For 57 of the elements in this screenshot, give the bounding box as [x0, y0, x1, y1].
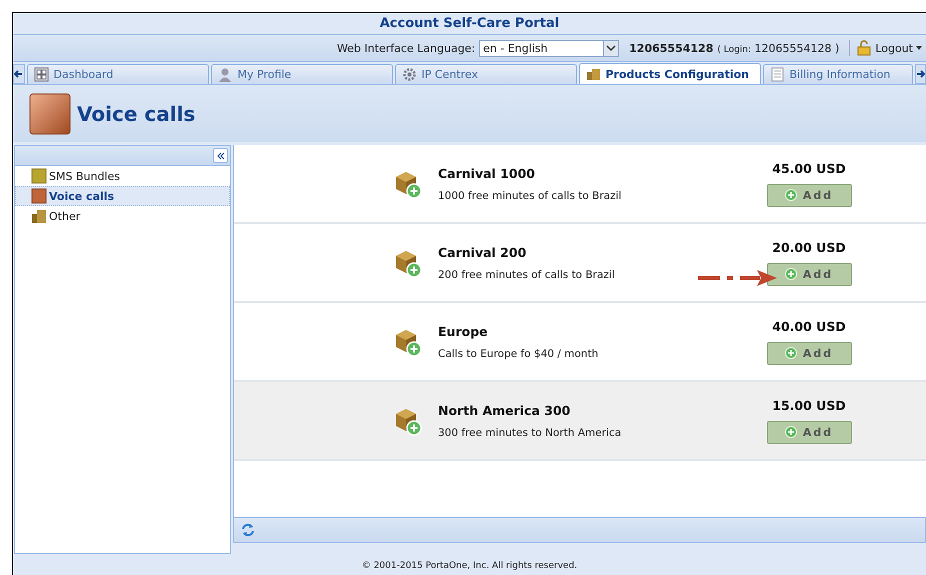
portal-title: Account Self-Care Portal [380, 16, 560, 31]
sidebar-item[interactable]: SMS Bundles [15, 166, 230, 186]
voice-calls-icon [29, 92, 71, 134]
square-icon [31, 188, 47, 204]
tab[interactable]: Billing Information [762, 64, 912, 84]
sidebar-item[interactable]: Other [15, 206, 230, 226]
plus-icon [784, 426, 797, 438]
tab[interactable]: IP Centrex [394, 64, 576, 84]
add-button[interactable]: Add [766, 342, 852, 364]
refresh-button[interactable] [240, 522, 256, 538]
language-label: Web Interface Language: [336, 42, 476, 54]
boxes-icon [31, 208, 47, 224]
arrow-right-icon [916, 69, 925, 79]
lock-icon [856, 40, 872, 56]
product-price: 40.00 USD [772, 318, 846, 334]
square-icon [31, 168, 47, 184]
tab[interactable]: Dashboard [26, 64, 208, 84]
person-icon [218, 67, 232, 82]
caret-icon [916, 46, 922, 50]
product-name: North America 300 [438, 402, 572, 418]
login-value: 12065554128 ) [754, 42, 840, 54]
arrow-left-icon [14, 69, 24, 79]
tab[interactable]: My Profile [210, 64, 392, 84]
plus-icon [784, 189, 797, 201]
document-icon [770, 67, 784, 82]
plus-icon [784, 268, 797, 280]
double-chevron-icon [216, 152, 225, 160]
product-price: 15.00 USD [772, 398, 846, 412]
scroll-left-button[interactable] [13, 64, 24, 84]
page-heading: Voice calls [77, 102, 196, 126]
product-name: Carnival 200 [438, 244, 528, 260]
product-price: 20.00 USD [772, 240, 846, 254]
product-description: 300 free minutes to North America [438, 426, 622, 438]
copyright-text: © 2001-2015 PortaOne, Inc. All rights reserved. [362, 561, 578, 571]
tab[interactable]: Products Configuration [578, 63, 760, 84]
refresh-icon [240, 522, 256, 538]
product-name: Carnival 1000 [438, 166, 536, 180]
sidebar-item[interactable]: Voice calls [15, 186, 230, 206]
add-button[interactable]: Add [766, 420, 852, 444]
add-button[interactable]: Add [766, 262, 852, 286]
add-button[interactable]: Add [766, 184, 852, 206]
logout-button[interactable]: Logout [849, 40, 922, 56]
collapse-button[interactable] [213, 148, 228, 163]
product-name: Europe [438, 324, 489, 338]
plus-icon [784, 347, 797, 359]
product-price: 45.00 USD [772, 160, 846, 176]
boxes-icon [586, 66, 600, 82]
dashboard-icon [34, 67, 48, 82]
scroll-right-button[interactable] [914, 64, 926, 84]
account-number: 12065554128 [629, 42, 714, 54]
login-label: ( Login: [717, 44, 752, 54]
product-description: 1000 free minutes of calls to Brazil [438, 190, 622, 202]
gear-icon [402, 67, 416, 82]
product-description: Calls to Europe fo $40 / month [438, 348, 600, 360]
product-description: 200 free minutes of calls to Brazil [438, 268, 616, 280]
caret-icon [606, 44, 616, 52]
language-select[interactable]: en - English [479, 40, 620, 56]
